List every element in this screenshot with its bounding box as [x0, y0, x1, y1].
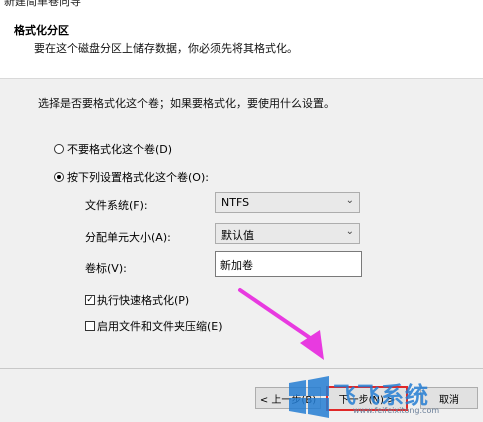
filesystem-label: 文件系统(F):	[85, 199, 148, 212]
instruction-text: 选择是否要格式化这个卷；如果要格式化，要使用什么设置。	[38, 97, 335, 110]
chevron-down-icon: ⌄	[345, 195, 354, 206]
checkbox-quick-format[interactable]: ✓ 执行快速格式化(P)	[85, 292, 189, 308]
back-button[interactable]: < 上一步(B)	[255, 387, 321, 409]
allocation-label: 分配单元大小(A):	[85, 231, 171, 244]
radio-no-format[interactable]: 不要格式化这个卷(D)	[54, 141, 172, 157]
checkbox-label-compression: 启用文件和文件夹压缩(E)	[97, 320, 223, 333]
checkbox-label-quick-format: 执行快速格式化(P)	[97, 294, 190, 307]
checkbox-compression[interactable]: 启用文件和文件夹压缩(E)	[85, 318, 223, 334]
allocation-select[interactable]: 默认值 ⌄	[215, 223, 360, 244]
checkbox-box-compression[interactable]	[85, 321, 95, 331]
allocation-value: 默认值	[221, 229, 254, 242]
checkbox-box-quick-format[interactable]: ✓	[85, 295, 95, 305]
volume-label-label: 卷标(V):	[85, 262, 127, 275]
next-button[interactable]: 下一步(N) >	[326, 386, 408, 411]
window-titlebar: 新建简单卷向导	[0, 0, 483, 8]
page-title: 格式化分区	[14, 24, 69, 37]
filesystem-select[interactable]: NTFS ⌄	[215, 192, 360, 213]
window-title: 新建简单卷向导	[4, 0, 81, 8]
cancel-button[interactable]: 取消	[420, 387, 478, 409]
page-subtitle: 要在这个磁盘分区上储存数据，你必须先将其格式化。	[34, 42, 298, 55]
volume-label-value: 新加卷	[220, 259, 253, 272]
wizard-header: 格式化分区 要在这个磁盘分区上储存数据，你必须先将其格式化。	[0, 8, 483, 79]
radio-format[interactable]: 按下列设置格式化这个卷(O):	[54, 169, 209, 185]
radio-label-no-format: 不要格式化这个卷(D)	[67, 143, 173, 156]
wizard-footer: < 上一步(B) 下一步(N) > 取消	[0, 368, 483, 422]
radio-circle-format[interactable]	[54, 172, 64, 182]
radio-circle-no-format[interactable]	[54, 144, 64, 154]
volume-label-input[interactable]: 新加卷	[215, 251, 362, 277]
chevron-down-icon: ⌄	[345, 226, 354, 237]
filesystem-value: NTFS	[221, 196, 250, 209]
radio-label-format: 按下列设置格式化这个卷(O):	[67, 171, 209, 184]
